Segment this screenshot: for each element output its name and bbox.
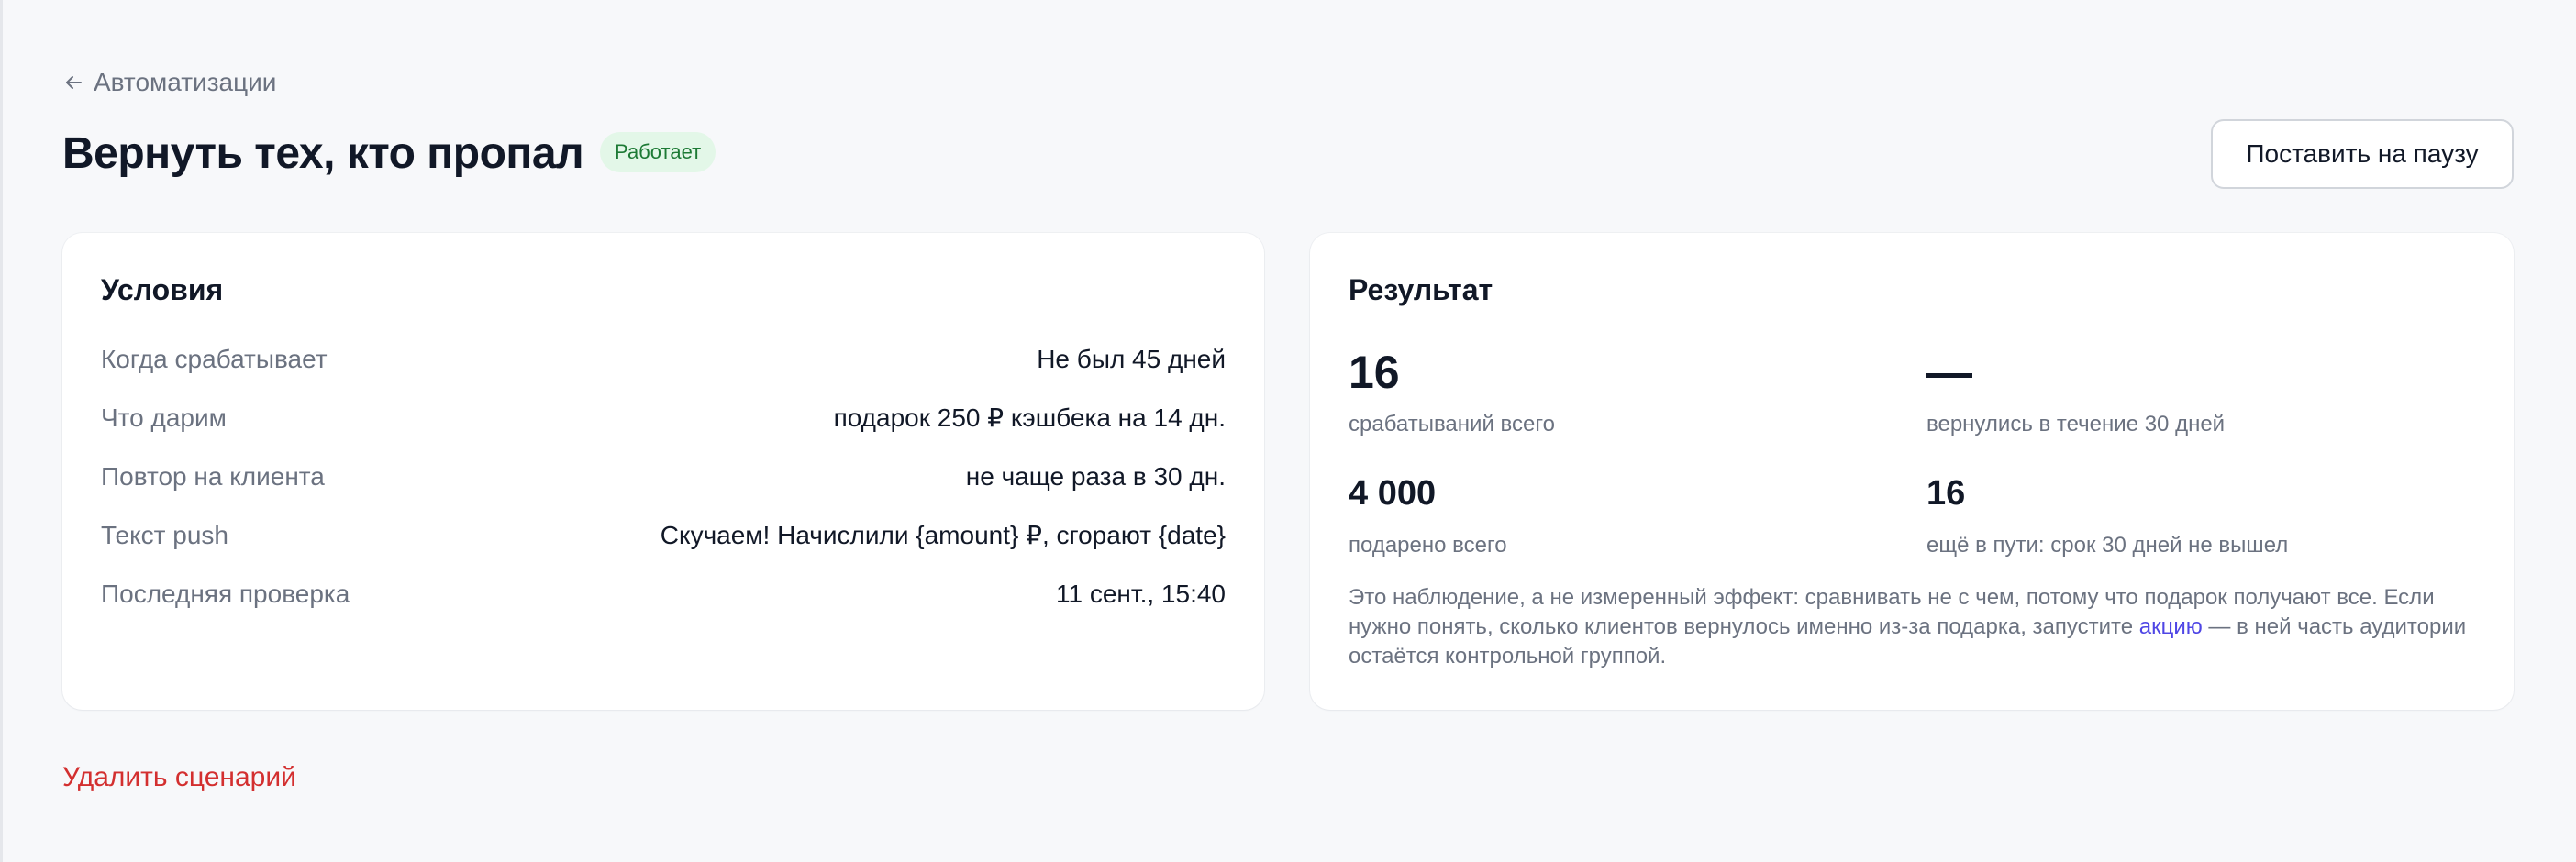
condition-row-trigger: Когда срабатывает Не был 45 дней xyxy=(101,330,1226,389)
condition-value: 11 сент., 15:40 xyxy=(1055,580,1226,608)
conditions-title: Условия xyxy=(101,273,224,306)
back-link-label: Автоматизации xyxy=(94,68,277,96)
back-link[interactable]: Автоматизации xyxy=(62,66,276,99)
condition-label: Последняя проверка xyxy=(101,580,350,608)
conditions-list: Когда срабатывает Не был 45 дней Что дар… xyxy=(101,330,1226,624)
condition-row-repeat: Повтор на клиента не чаще раза в 30 дн. xyxy=(101,448,1226,506)
condition-label: Текст push xyxy=(101,521,228,549)
page-title: Вернуть тех, кто пропал xyxy=(62,129,584,178)
page-header: Вернуть тех, кто пропал Работает Постави… xyxy=(62,119,2514,189)
metric-gifted-total: 4 000 подарено всего xyxy=(1349,468,1507,559)
metric-triggers-total: 16 срабатываний всего xyxy=(1349,347,1555,438)
metric-value: 16 xyxy=(1926,474,1966,513)
metric-label: ещё в пути: срок 30 дней не вышел xyxy=(1926,533,2289,558)
metric-value: — xyxy=(1926,347,1972,398)
metric-label: срабатываний всего xyxy=(1349,412,1555,437)
promo-link[interactable]: акцию xyxy=(2139,614,2203,639)
metric-label: подарено всего xyxy=(1349,533,1507,558)
status-badge: Работает xyxy=(600,132,716,172)
pause-button[interactable]: Поставить на паузу xyxy=(2211,119,2514,189)
metric-returned-30-days: — вернулись в течение 30 дней xyxy=(1926,347,2225,438)
conditions-card: Условия Когда срабатывает Не был 45 дней… xyxy=(62,233,1264,710)
metric-label: вернулись в течение 30 дней xyxy=(1926,412,2226,437)
condition-label: Повтор на клиента xyxy=(101,462,325,491)
condition-row-last-check: Последняя проверка 11 сент., 15:40 xyxy=(101,565,1226,624)
condition-value: не чаще раза в 30 дн. xyxy=(965,462,1226,491)
condition-label: Что дарим xyxy=(101,403,227,432)
window-edge xyxy=(0,0,3,862)
metric-value: 16 xyxy=(1349,347,1400,398)
metric-in-progress: 16 ещё в пути: срок 30 дней не вышел xyxy=(1926,468,2288,559)
result-title: Результат xyxy=(1349,273,1493,306)
condition-label: Когда срабатывает xyxy=(101,345,328,373)
arrow-left-icon xyxy=(66,76,82,89)
automation-page: Автоматизации Вернуть тех, кто пропал Ра… xyxy=(62,0,2514,862)
result-note: Это наблюдение, а не измеренный эффект: … xyxy=(1349,583,2475,671)
condition-row-gift: Что дарим подарок 250 ₽ кэшбека на 14 дн… xyxy=(101,389,1226,448)
condition-row-push-text: Текст push Скучаем! Начислили {amount} ₽… xyxy=(101,506,1226,565)
metric-value: 4 000 xyxy=(1349,474,1437,513)
condition-value: Не был 45 дней xyxy=(1037,345,1226,373)
condition-value: Скучаем! Начислили {amount} ₽, сгорают {… xyxy=(660,521,1226,549)
result-card: Результат 16 срабатываний всего — вернул… xyxy=(1310,233,2514,710)
condition-value: подарок 250 ₽ кэшбека на 14 дн. xyxy=(833,403,1226,432)
delete-scenario-link[interactable]: Удалить сценарий xyxy=(62,759,296,796)
